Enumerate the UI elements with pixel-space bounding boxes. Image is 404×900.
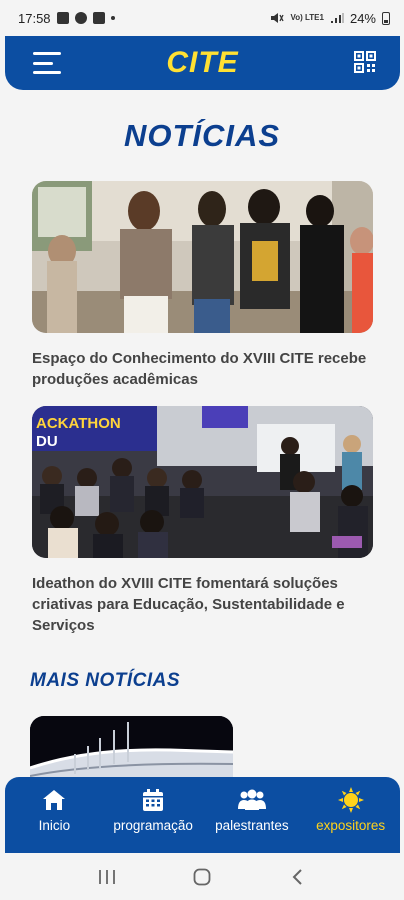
mute-icon: [271, 13, 285, 23]
nav-label: expositores: [316, 818, 386, 833]
app-screen: 17:58 Vo) LTE1 24% CITE NOTÍCIAS Espaço …: [0, 0, 404, 900]
people-icon: [237, 789, 266, 810]
news-image[interactable]: ACKATHON DU: [32, 406, 373, 558]
stadium-photo: [30, 716, 233, 780]
nav-item-expositores[interactable]: expositores: [301, 777, 400, 853]
more-notifications-icon: [110, 16, 115, 20]
nav-label: programação: [113, 818, 193, 833]
app-title: CITE: [166, 46, 239, 79]
page-title: NOTÍCIAS: [123, 118, 281, 153]
banner-text: DU: [36, 433, 58, 450]
news-content[interactable]: NOTÍCIAS Espaço do Conhecimento do XVIII…: [0, 90, 404, 780]
sun-icon: [337, 787, 364, 813]
nav-item-palestrantes[interactable]: palestrantes: [203, 777, 302, 853]
menu-line: [33, 71, 61, 74]
status-time: 17:58: [18, 10, 51, 26]
nav-item-inicio[interactable]: Inicio: [5, 777, 104, 853]
system-navigation-bar: [0, 853, 404, 900]
home-button-icon[interactable]: [187, 862, 217, 892]
news-card[interactable]: ACKATHON DU Ideathon do XVIII CITE fomen…: [32, 406, 373, 636]
hamburger-menu-icon[interactable]: [33, 52, 61, 74]
qr-code-icon[interactable]: [354, 51, 376, 73]
status-bar: 17:58 Vo) LTE1 24%: [0, 0, 404, 36]
auditorium-photo: ACKATHON DU: [32, 406, 373, 558]
gallery-notification-icon: [56, 12, 69, 24]
menu-line: [33, 52, 61, 55]
calendar-icon: [143, 789, 164, 811]
banner-text: ACKATHON: [36, 415, 121, 432]
news-card[interactable]: Espaço do Conhecimento do XVIII CITE rec…: [32, 181, 373, 390]
exhibition-photo: [32, 181, 373, 333]
nav-label: palestrantes: [215, 818, 289, 833]
status-right: Vo) LTE1 24%: [270, 11, 390, 26]
app-notification-icon: [92, 12, 105, 24]
nav-label: Inicio: [38, 818, 71, 833]
bottom-navigation: Inicio programação palestrantes exposito…: [5, 777, 400, 853]
battery-icon: [382, 11, 390, 25]
chat-notification-icon: [74, 12, 87, 24]
recent-apps-icon[interactable]: [92, 862, 122, 892]
home-icon: [43, 790, 66, 810]
news-title[interactable]: Ideathon do XVIII CITE fomentará soluçõe…: [32, 573, 373, 636]
app-header: CITE: [5, 36, 400, 90]
signal-icon: [330, 13, 344, 23]
news-image[interactable]: [32, 181, 373, 333]
back-icon[interactable]: [282, 862, 312, 892]
more-news-image[interactable]: [30, 716, 233, 780]
battery-percent: 24%: [349, 10, 376, 26]
status-left: 17:58: [18, 11, 115, 26]
nav-item-programacao[interactable]: programação: [104, 777, 203, 853]
network-type: Vo) LTE1: [290, 13, 324, 22]
menu-line: [33, 61, 53, 65]
more-news-title: MAIS NOTÍCIAS: [30, 670, 181, 691]
news-title[interactable]: Espaço do Conhecimento do XVIII CITE rec…: [32, 348, 373, 390]
